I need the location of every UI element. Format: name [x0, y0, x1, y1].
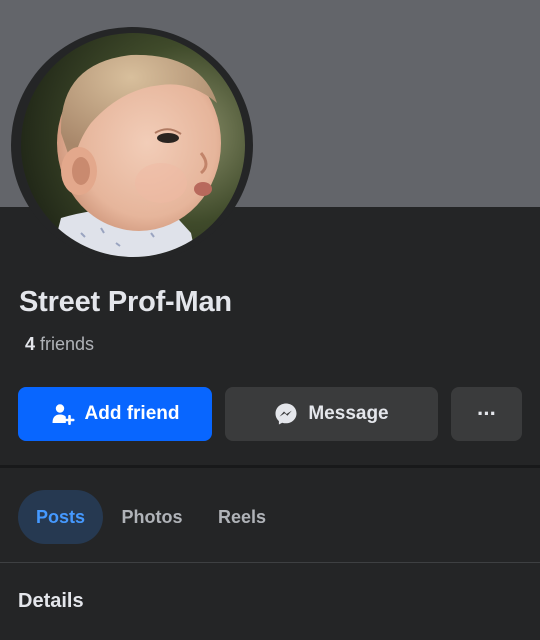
friends-count-label: friends [40, 334, 95, 354]
tab-posts[interactable]: Posts [18, 490, 103, 544]
add-friend-button[interactable]: Add friend [18, 387, 212, 441]
tab-photos[interactable]: Photos [111, 490, 193, 544]
messenger-icon [274, 402, 298, 426]
profile-page: Street Prof-Man 4 friends Add friend Mess… [0, 0, 540, 640]
more-options-button[interactable]: ··· [451, 387, 522, 441]
baby-photo-image [21, 33, 245, 257]
message-label: Message [308, 403, 389, 424]
profile-picture[interactable] [21, 33, 245, 257]
tab-reels[interactable]: Reels [207, 490, 277, 544]
friends-count[interactable]: 4 friends [25, 334, 94, 355]
profile-name: Street Prof-Man [19, 286, 232, 318]
more-dots-icon: ··· [477, 401, 497, 426]
friends-count-number: 4 [25, 334, 36, 354]
section-divider [0, 465, 540, 468]
details-heading: Details [18, 590, 84, 612]
message-button[interactable]: Message [225, 387, 438, 441]
tabs-divider [0, 562, 540, 563]
profile-picture-frame [11, 27, 253, 263]
person-plus-icon [51, 402, 75, 426]
add-friend-label: Add friend [84, 403, 180, 424]
